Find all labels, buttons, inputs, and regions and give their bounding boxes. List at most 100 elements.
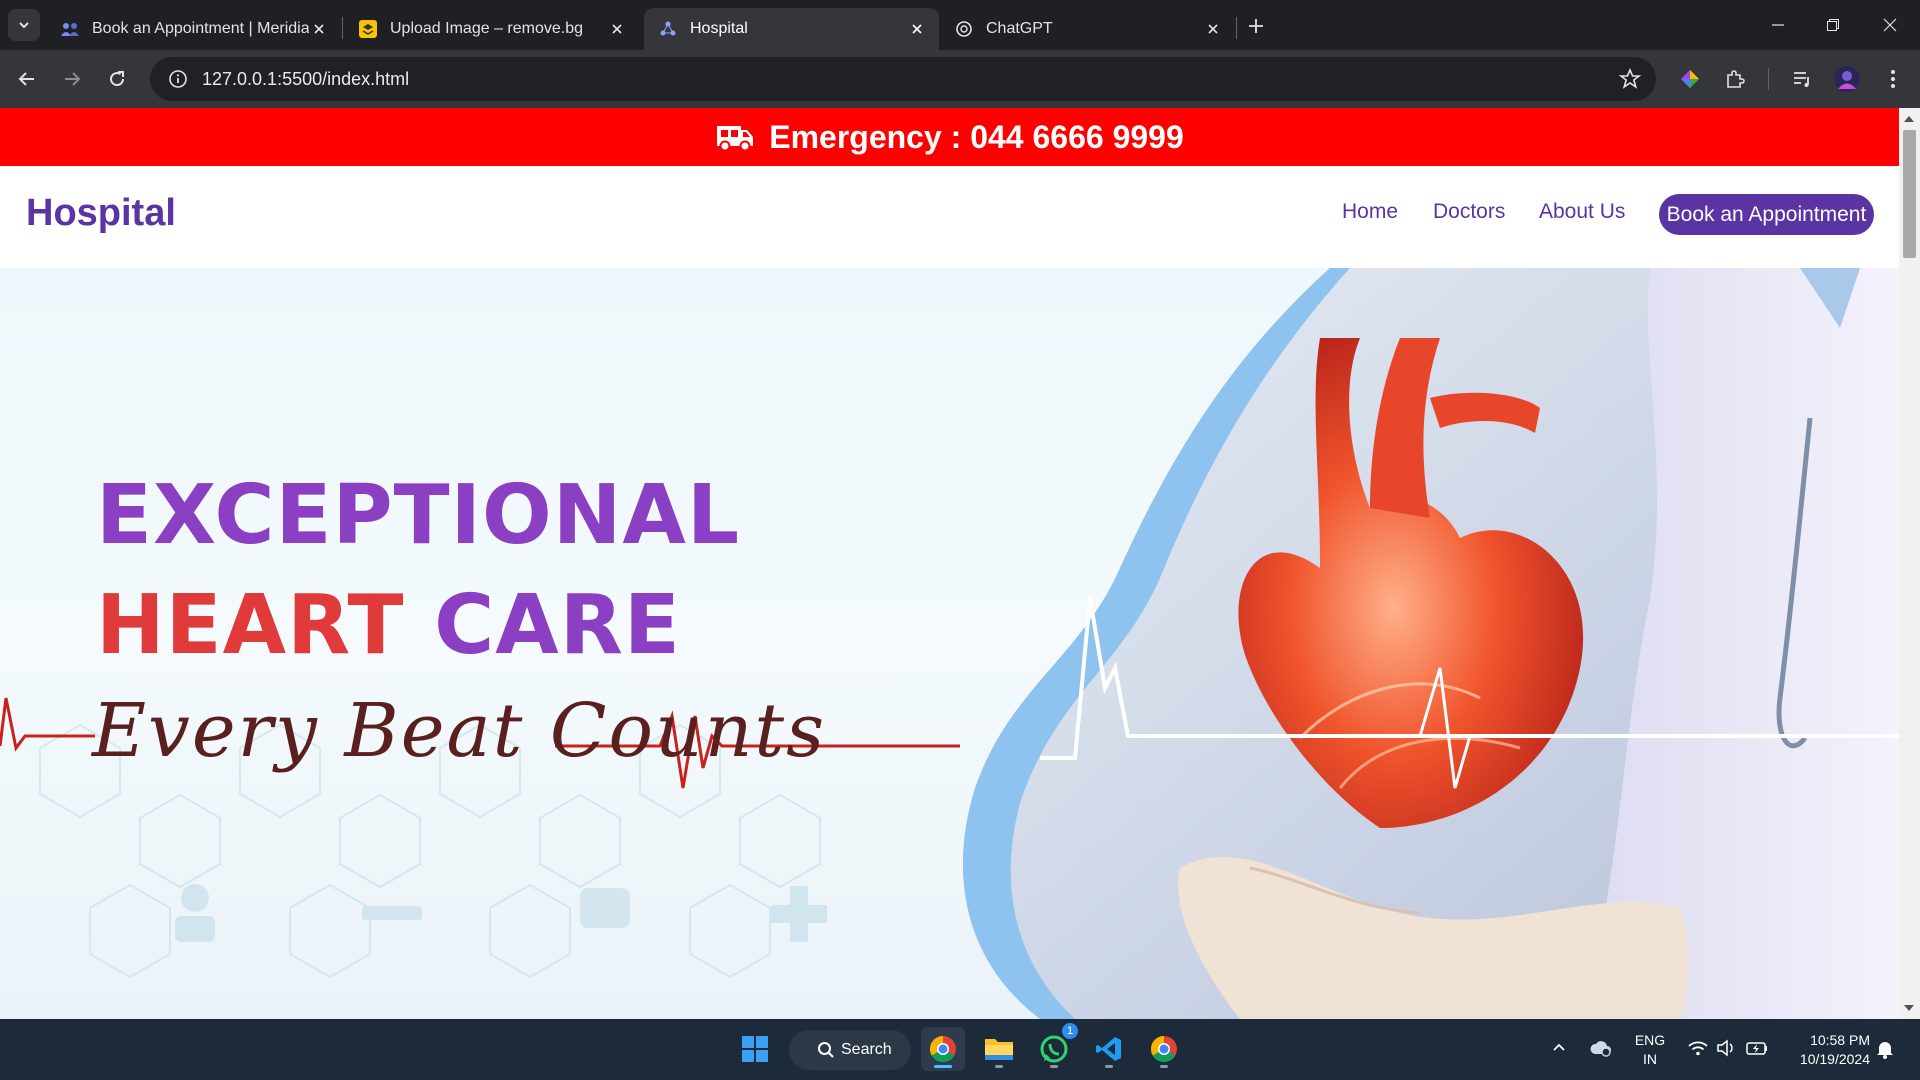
extensions-puzzle-icon[interactable] xyxy=(1719,63,1751,95)
window-close-button[interactable] xyxy=(1870,8,1910,42)
windows-taskbar: Search 1 ENG IN 10:58 PM 10/19/2024 xyxy=(0,1019,1920,1080)
minimize-icon xyxy=(1772,24,1784,26)
nav-link-doctors[interactable]: Doctors xyxy=(1433,200,1505,224)
media-queue-icon[interactable] xyxy=(1786,63,1818,95)
emergency-banner: Emergency : 044 6666 9999 xyxy=(0,108,1899,166)
toolbar-separator xyxy=(1768,68,1769,90)
tab-separator xyxy=(342,17,343,39)
site-logo[interactable]: Hospital xyxy=(26,192,176,235)
page-viewport: Emergency : 044 6666 9999 Hospital Home … xyxy=(0,108,1899,1019)
arrow-left-icon xyxy=(18,72,34,86)
emergency-text: Emergency : 044 6666 9999 xyxy=(769,118,1184,155)
running-indicator xyxy=(995,1065,1003,1068)
taskbar-chrome[interactable] xyxy=(921,1027,965,1071)
tab-title: Upload Image – remove.bg xyxy=(390,20,583,37)
plus-icon xyxy=(1249,19,1263,33)
chrome-icon xyxy=(1150,1035,1177,1063)
book-appointment-button[interactable]: Book an Appointment xyxy=(1659,194,1874,235)
hero-headline-line2: HEART CARE xyxy=(96,578,681,673)
browser-tab-strip: Book an Appointment | Meridia Upload Ima… xyxy=(0,0,1920,50)
back-button[interactable] xyxy=(10,62,44,96)
nav-link-about-us[interactable]: About Us xyxy=(1539,200,1625,224)
running-indicator xyxy=(934,1065,952,1068)
language-indicator[interactable]: ENG IN xyxy=(1630,1031,1670,1069)
clock[interactable]: 10:58 PM 10/19/2024 xyxy=(1782,1031,1870,1069)
profile-avatar-icon[interactable] xyxy=(1831,63,1863,95)
hero-headline-care: CARE xyxy=(434,578,681,673)
show-hidden-icons-chevron-icon[interactable] xyxy=(1551,1039,1567,1060)
reload-icon xyxy=(110,71,125,87)
restore-icon xyxy=(1827,19,1839,31)
running-indicator xyxy=(1160,1065,1168,1068)
restore-button[interactable] xyxy=(1813,8,1853,42)
scroll-up-arrow-icon[interactable] xyxy=(1904,116,1914,122)
browser-toolbar: 127.0.0.1:5500/index.html xyxy=(0,50,1920,108)
hero-banner: EXCEPTIONAL HEART CARE Every Beat Counts xyxy=(0,268,1899,1019)
taskbar-whatsapp[interactable]: 1 xyxy=(1032,1023,1078,1071)
tab-separator xyxy=(1236,17,1237,39)
ambulance-icon xyxy=(715,122,755,152)
reload-button[interactable] xyxy=(100,62,134,96)
close-icon[interactable] xyxy=(907,19,927,39)
scrollbar-thumb[interactable] xyxy=(1903,130,1916,258)
close-icon[interactable] xyxy=(1203,19,1223,39)
whatsapp-icon xyxy=(1040,1035,1068,1063)
running-indicator xyxy=(1050,1065,1058,1068)
minimize-button[interactable] xyxy=(1758,8,1798,42)
nav-link-home[interactable]: Home xyxy=(1342,200,1398,224)
chevron-down-icon xyxy=(19,22,29,29)
address-bar[interactable]: 127.0.0.1:5500/index.html xyxy=(150,57,1656,101)
start-button[interactable] xyxy=(733,1027,777,1071)
tab-hospital[interactable]: Hospital xyxy=(644,8,939,50)
close-icon[interactable] xyxy=(309,19,329,39)
tab-title: Book an Appointment | Meridia xyxy=(92,20,309,37)
tab-chatgpt[interactable]: ChatGPT xyxy=(940,8,1235,50)
site-info-icon[interactable] xyxy=(156,57,200,101)
folder-icon xyxy=(985,1039,1013,1060)
taskbar-chrome-profile[interactable] xyxy=(1142,1027,1186,1071)
tab-book-appointment[interactable]: Book an Appointment | Meridia xyxy=(46,8,341,50)
battery-icon[interactable] xyxy=(1745,1039,1769,1062)
bookmark-star-icon[interactable] xyxy=(1618,67,1642,91)
color-extension-icon[interactable] xyxy=(1674,63,1706,95)
tab-remove-bg[interactable]: Upload Image – remove.bg xyxy=(344,8,639,50)
forward-button[interactable] xyxy=(55,62,89,96)
hospital-icon xyxy=(658,19,678,39)
tab-search-button[interactable] xyxy=(8,9,40,41)
close-icon[interactable] xyxy=(607,19,627,39)
arrow-right-icon xyxy=(65,72,81,86)
taskbar-search-label: Search xyxy=(841,1041,892,1058)
wifi-icon[interactable] xyxy=(1688,1040,1708,1061)
tab-title: Hospital xyxy=(690,20,748,37)
site-navbar: Hospital Home Doctors About Us xyxy=(0,166,1899,268)
language-code: ENG xyxy=(1634,1032,1666,1048)
taskbar-vscode[interactable] xyxy=(1087,1027,1131,1071)
scroll-down-arrow-icon[interactable] xyxy=(1904,1005,1914,1011)
removebg-icon xyxy=(358,19,378,39)
clock-date: 10/19/2024 xyxy=(1799,1051,1870,1067)
hero-headline-heart: HEART xyxy=(96,578,405,673)
page-scrollbar[interactable] xyxy=(1899,108,1920,1019)
vscode-icon xyxy=(1096,1037,1121,1061)
notification-badge: 1 xyxy=(1062,1023,1078,1039)
volume-icon[interactable] xyxy=(1716,1039,1736,1062)
chatgpt-icon xyxy=(954,19,974,39)
search-icon xyxy=(818,1042,834,1058)
hero-tagline: Every Beat Counts xyxy=(92,688,827,774)
notification-bell-icon[interactable] xyxy=(1876,1039,1894,1064)
people-icon xyxy=(60,19,80,39)
tab-title: ChatGPT xyxy=(986,20,1053,37)
windows-logo-icon xyxy=(742,1036,768,1062)
running-indicator xyxy=(1105,1065,1113,1068)
taskbar-search[interactable]: Search xyxy=(789,1030,911,1070)
new-tab-button[interactable] xyxy=(1242,12,1270,40)
close-icon xyxy=(1883,18,1897,32)
browser-menu-icon[interactable] xyxy=(1877,63,1909,95)
chrome-icon xyxy=(929,1035,956,1063)
clock-time: 10:58 PM xyxy=(1810,1032,1870,1048)
taskbar-file-explorer[interactable] xyxy=(977,1027,1021,1071)
hero-headline-line1: EXCEPTIONAL xyxy=(96,468,741,563)
onedrive-cloud-icon[interactable] xyxy=(1589,1038,1613,1063)
url-text: 127.0.0.1:5500/index.html xyxy=(202,68,410,89)
region-code: IN xyxy=(1643,1051,1657,1067)
